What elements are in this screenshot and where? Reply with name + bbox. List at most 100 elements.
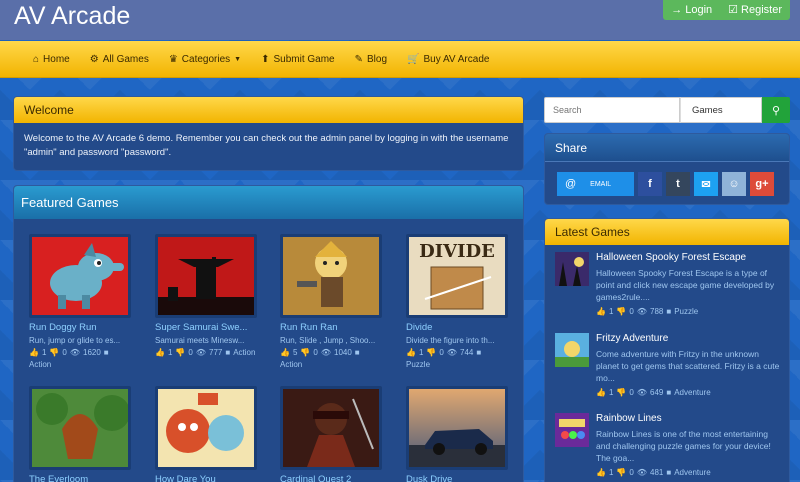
nav-categories[interactable]: ♛ Categories ▼ xyxy=(169,54,241,65)
likes-count: 1 xyxy=(608,307,614,316)
nav-home-label: Home xyxy=(43,53,70,65)
nav-submit-game-label: Submit Game xyxy=(273,53,335,65)
dislikes-count: 0 xyxy=(62,348,67,357)
login-label: Login xyxy=(685,3,713,16)
dislikes-count: 0 xyxy=(629,468,634,477)
game-card[interactable]: The Everloom xyxy=(29,386,131,482)
game-card[interactable]: How Dare You xyxy=(155,386,257,482)
game-title[interactable]: Dusk Drive xyxy=(406,474,508,482)
latest-game-title[interactable]: Halloween Spooky Forest Escape xyxy=(596,252,784,263)
game-card[interactable]: Super Samurai Swe... Samurai meets Mines… xyxy=(155,234,257,357)
latest-game-title[interactable]: Fritzy Adventure xyxy=(596,333,784,344)
game-title[interactable]: Cardinal Quest 2 xyxy=(280,474,382,482)
latest-game-title[interactable]: Rainbow Lines xyxy=(596,413,784,424)
welcome-title: Welcome xyxy=(14,97,523,123)
search-input[interactable] xyxy=(544,97,680,123)
thumbs-up-icon: 👍 xyxy=(155,348,165,357)
likes-count: 1 xyxy=(41,348,47,357)
game-category[interactable]: Action xyxy=(29,360,131,369)
game-category[interactable]: Action xyxy=(233,348,255,357)
search-icon: ⚲ xyxy=(771,104,781,117)
run-run-ran-image xyxy=(283,237,379,315)
search-button[interactable]: ⚲ xyxy=(762,97,790,123)
dog-art xyxy=(50,243,124,309)
share-panel: Share @ EMAIL f t ✉ ☺ g+ xyxy=(544,133,790,205)
folder-icon: ■ xyxy=(103,348,109,357)
game-thumbnail[interactable] xyxy=(29,386,131,470)
thumbs-up-icon: 👍 xyxy=(280,348,290,357)
game-title[interactable]: Super Samurai Swe... xyxy=(155,322,257,333)
thumbs-down-icon: 👎 xyxy=(300,348,311,357)
dusk-drive-image xyxy=(409,389,505,467)
halloween-art xyxy=(555,252,589,286)
latest-game-category[interactable]: Adventure xyxy=(674,388,710,397)
nav-blog[interactable]: ✎ Blog xyxy=(355,54,387,65)
divide-art xyxy=(424,266,492,310)
eye-icon: 👁 xyxy=(195,348,206,357)
game-desc: Run, Slide , Jump , Shoo... xyxy=(280,336,376,345)
folder-icon: ■ xyxy=(666,468,672,477)
game-stats: 👍 1 👎 0 👁 777 ■ Action xyxy=(155,348,257,357)
eye-icon: 👁 xyxy=(320,348,331,357)
nav-all-games[interactable]: ⚙ All Games xyxy=(90,54,149,65)
latest-game-category[interactable]: Puzzle xyxy=(674,307,698,316)
fritzy-art xyxy=(555,333,589,367)
game-thumbnail[interactable] xyxy=(155,234,257,318)
views-count: 649 xyxy=(650,388,664,397)
game-title[interactable]: Run Run Ran xyxy=(280,322,382,333)
search-type-select[interactable]: Games xyxy=(680,97,762,123)
tumblr-button[interactable]: t xyxy=(666,172,690,196)
views-count: 788 xyxy=(650,307,664,316)
game-category[interactable]: Action xyxy=(280,360,382,369)
twitter-button[interactable]: ✉ xyxy=(694,172,718,196)
latest-game-desc: Rainbow Lines is one of the most enterta… xyxy=(596,429,771,463)
thumbs-down-icon: 👎 xyxy=(175,348,186,357)
views-count: 777 xyxy=(209,348,223,357)
site-title[interactable]: AV Arcade xyxy=(14,2,130,31)
register-button[interactable]: ☑ Register xyxy=(720,0,790,20)
rainbow-lines-thumbnail[interactable] xyxy=(555,413,589,447)
eye-icon: 👁 xyxy=(69,348,80,357)
tumblr-icon: t xyxy=(676,178,680,190)
facebook-button[interactable]: f xyxy=(638,172,662,196)
latest-game-category[interactable]: Adventure xyxy=(674,468,710,477)
folder-icon: ■ xyxy=(666,388,672,397)
halloween-thumbnail[interactable] xyxy=(555,252,589,286)
crown-icon: ♛ xyxy=(168,53,178,65)
game-category[interactable]: Puzzle xyxy=(406,360,508,369)
game-title[interactable]: Run Doggy Run xyxy=(29,322,131,333)
game-title[interactable]: The Everloom xyxy=(29,474,131,482)
nav-all-games-label: All Games xyxy=(102,53,149,65)
login-button[interactable]: → Login xyxy=(663,0,721,20)
caret-down-icon: ▼ xyxy=(234,55,242,63)
samurai-art xyxy=(158,257,254,315)
nav-buy[interactable]: 🛒 Buy AV Arcade xyxy=(407,54,489,65)
game-thumbnail[interactable] xyxy=(155,386,257,470)
game-card[interactable]: Cardinal Quest 2 xyxy=(280,386,382,482)
game-thumbnail[interactable] xyxy=(280,234,382,318)
reddit-button[interactable]: ☺ xyxy=(722,172,746,196)
cardinal-quest-art xyxy=(307,398,374,467)
game-card[interactable]: Run Doggy Run Run, jump or glide to es..… xyxy=(29,234,131,369)
upload-icon: ⬆ xyxy=(261,53,270,65)
share-email-button[interactable]: @ EMAIL xyxy=(557,172,634,196)
welcome-panel: Welcome Welcome to the AV Arcade 6 demo.… xyxy=(13,96,524,171)
game-thumbnail[interactable] xyxy=(280,386,382,470)
auth-buttons: → Login ☑ Register xyxy=(663,0,790,20)
game-title[interactable]: Divide xyxy=(406,322,508,333)
twitter-icon: ✉ xyxy=(701,178,711,191)
game-title[interactable]: How Dare You xyxy=(155,474,257,482)
game-card[interactable]: Run Run Ran Run, Slide , Jump , Shoo... … xyxy=(280,234,382,369)
game-thumbnail[interactable] xyxy=(29,234,131,318)
google-plus-button[interactable]: g+ xyxy=(750,172,774,196)
game-thumbnail[interactable] xyxy=(406,386,508,470)
game-card[interactable]: Dusk Drive xyxy=(406,386,508,482)
game-stats: 👍 1 👎 0 👁 744 ■ xyxy=(406,348,508,357)
game-card[interactable]: DIVIDE Divide Divide the figure into th.… xyxy=(406,234,508,369)
welcome-text: Welcome to the AV Arcade 6 demo. Remembe… xyxy=(24,133,509,158)
nav-home[interactable]: ⌂ Home xyxy=(33,54,70,65)
fritzy-thumbnail[interactable] xyxy=(555,333,589,367)
game-thumbnail[interactable]: DIVIDE xyxy=(406,234,508,318)
nav-submit-game[interactable]: ⬆ Submit Game xyxy=(261,54,335,65)
likes-count: 1 xyxy=(167,348,173,357)
